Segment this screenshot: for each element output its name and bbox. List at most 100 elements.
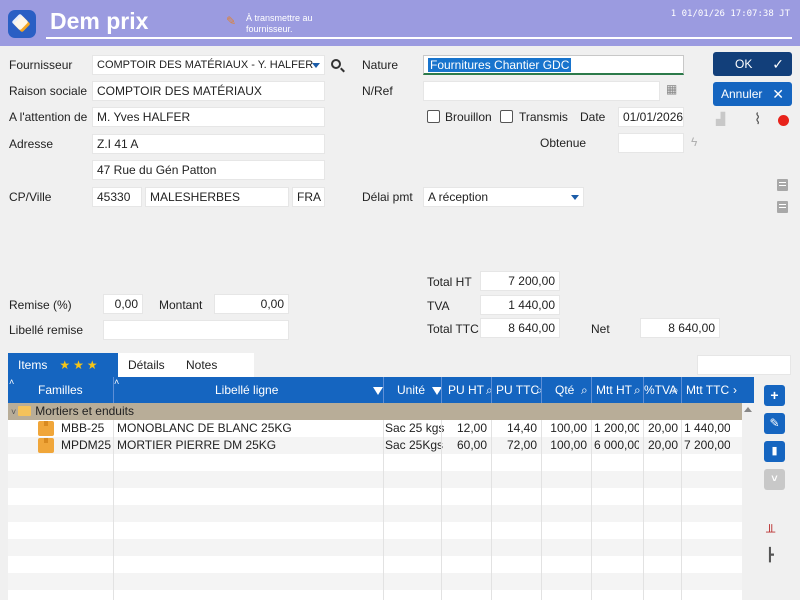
cell-tva: 20,00 [648, 438, 679, 452]
table-row[interactable] [8, 454, 742, 471]
fournisseur-select[interactable]: COMPTOIR DES MATÉRIAUX - Y. HALFER [92, 55, 325, 75]
tab-notes[interactable]: Notes [176, 353, 254, 377]
table-row[interactable] [8, 505, 742, 522]
col-divider [491, 377, 492, 403]
ville-field[interactable]: MALESHERBES [145, 187, 289, 207]
search-icon[interactable] [331, 59, 341, 69]
tva-field: 1 440,00 [480, 295, 560, 315]
brouillon-checkbox[interactable] [427, 110, 440, 123]
tab-items[interactable]: Items ★★★ [8, 353, 118, 377]
table-row[interactable]: MBB-25 MONOBLANC DE BLANC 25KG Sac 25 kg… [8, 420, 742, 437]
adresse-label: Adresse [9, 137, 54, 151]
cp-field[interactable]: 45330 [92, 187, 142, 207]
filter-icon[interactable] [369, 377, 383, 403]
chevron-right-icon[interactable]: › [733, 377, 737, 403]
nref-field[interactable] [423, 81, 660, 101]
search-icon[interactable]: ⌕ [672, 377, 679, 403]
ok-button[interactable]: OK ✓ [713, 52, 792, 76]
tab-items-label: Items [18, 358, 48, 372]
lightning-icon[interactable]: ϟ [691, 135, 697, 149]
obtenue-label: Obtenue [540, 136, 587, 150]
paperclip-icon[interactable]: ⌇ [754, 110, 761, 128]
vertical-scrollbar[interactable] [742, 403, 754, 600]
cell-qte: 100,00 [550, 438, 587, 452]
search-icon[interactable]: ⌕ [581, 377, 588, 403]
col-divider [113, 420, 114, 600]
table-row[interactable] [8, 539, 742, 556]
title-bar: Dem prix ✎ À transmettre au fournisseur.… [0, 0, 800, 46]
tree-icon[interactable]: ┣ [766, 547, 774, 563]
total-ht-label: Total HT [427, 275, 472, 289]
group-row[interactable]: ˅ Mortiers et enduits [8, 403, 742, 420]
raison-sociale-field[interactable]: COMPTOIR DES MATÉRIAUX [92, 81, 325, 101]
ruler-icon[interactable]: ╨ [766, 524, 775, 539]
col-divider [383, 377, 384, 403]
add-line-button[interactable]: + [764, 385, 785, 406]
filter-icon[interactable] [428, 377, 442, 403]
document-icon[interactable]: ▟ [716, 112, 725, 126]
delai-value: A réception [428, 190, 489, 204]
col-qte[interactable]: Qté [555, 377, 574, 403]
move-down-button[interactable]: ˅ [764, 469, 785, 490]
chevron-down-icon [571, 195, 579, 200]
nature-field[interactable]: Fournitures Chantier GDC [423, 55, 684, 75]
attention-field[interactable]: M. Yves HALFER [92, 107, 325, 127]
total-ht-field: 7 200,00 [480, 271, 560, 291]
transmis-checkbox[interactable] [500, 110, 513, 123]
adresse-line2-field[interactable]: 47 Rue du Gén Patton [92, 160, 325, 180]
chevron-down-icon[interactable]: ˅ [11, 404, 16, 421]
montant-field[interactable]: 0,00 [214, 294, 289, 314]
date-field[interactable]: 01/01/2026 [618, 107, 684, 127]
libelle-remise-field[interactable] [103, 320, 289, 340]
table-row[interactable] [8, 471, 742, 488]
delete-line-button[interactable]: ▮ [764, 441, 785, 462]
annuler-label: Annuler [721, 87, 763, 101]
table-row[interactable]: MPDM25 MORTIER PIERRE DM 25KG Sac 25Kgs … [8, 437, 742, 454]
table-row[interactable] [8, 556, 742, 573]
star-icon: ★★★ [59, 358, 101, 372]
tab-details-label: Détails [128, 358, 165, 372]
col-familles[interactable]: Familles [38, 377, 83, 403]
col-pu-ht[interactable]: PU HT [448, 377, 484, 403]
obtenue-field[interactable] [618, 133, 684, 153]
pencil-icon: ✎ [226, 14, 237, 28]
search-icon[interactable]: ⌕ [634, 377, 641, 403]
col-divider [441, 377, 442, 403]
fournisseur-label: Fournisseur [9, 58, 73, 72]
cell-pu-ttc: 14,40 [506, 421, 537, 435]
note-icon[interactable] [777, 201, 788, 213]
table-row[interactable] [8, 573, 742, 590]
remise-pct-field[interactable]: 0,00 [103, 294, 143, 314]
close-icon: ✕ [772, 86, 784, 102]
col-divider [541, 377, 542, 403]
box-icon [38, 438, 54, 453]
cell-code: MPDM25 [61, 438, 112, 452]
col-pu-ttc[interactable]: PU TTC [496, 377, 539, 403]
cell-pu-ht: 60,00 [456, 438, 487, 452]
col-divider [681, 377, 682, 403]
image-icon[interactable]: ▦ [666, 82, 677, 96]
pays-field[interactable]: FRA [292, 187, 325, 207]
note-icon[interactable] [777, 179, 788, 191]
cell-mtt-ht: 1 200,00 [594, 421, 639, 435]
col-mtt-ht[interactable]: Mtt HT [596, 377, 632, 403]
tab-details[interactable]: Détails [118, 353, 176, 377]
delai-select[interactable]: A réception [423, 187, 584, 207]
cell-unite: Sac 25 kgs [385, 421, 445, 435]
table-row[interactable] [8, 522, 742, 539]
transmis-label: Transmis [519, 110, 568, 124]
record-icon[interactable] [778, 115, 789, 126]
col-libelle[interactable]: Libellé ligne [215, 377, 278, 403]
grid-search-field[interactable] [697, 355, 791, 375]
scroll-up-icon[interactable] [744, 407, 752, 412]
cell-mtt-ht: 6 000,00 [594, 438, 639, 452]
group-label: Mortiers et enduits [35, 404, 134, 418]
table-row[interactable] [8, 488, 742, 505]
annuler-button[interactable]: Annuler ✕ [713, 82, 792, 106]
cell-mtt-ttc: 7 200,00 [684, 438, 730, 452]
col-mtt-ttc[interactable]: Mtt TTC [686, 377, 729, 403]
adresse-line1-field[interactable]: Z.I 41 A [92, 134, 325, 154]
cell-libelle: MONOBLANC DE BLANC 25KG [117, 421, 292, 435]
col-unite[interactable]: Unité [397, 377, 425, 403]
edit-line-button[interactable]: ✎ [764, 413, 785, 434]
